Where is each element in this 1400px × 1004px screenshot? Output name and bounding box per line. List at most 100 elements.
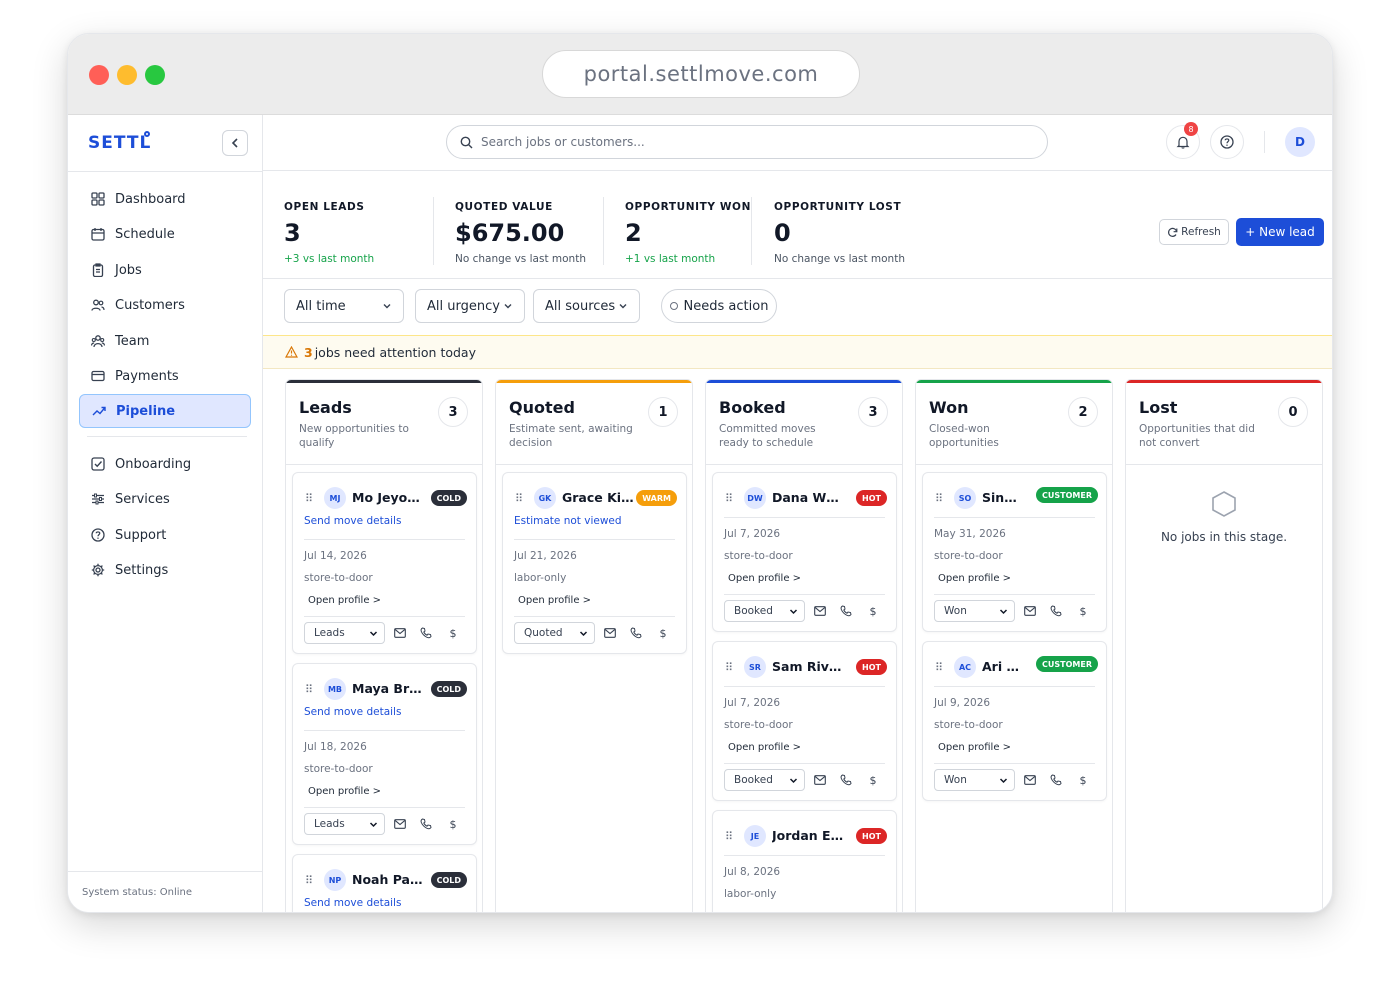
search-input[interactable]: Search jobs or customers... — [446, 125, 1048, 159]
lead-card[interactable]: ⠿ GK Grace Kim WARM Estimate not viewed … — [502, 472, 687, 654]
email-icon[interactable] — [813, 773, 827, 787]
sidebar-item-customers[interactable]: Customers — [79, 289, 251, 321]
sidebar-item-schedule[interactable]: Schedule — [79, 218, 251, 250]
customer-name[interactable]: Maya Bro... — [352, 681, 424, 696]
email-icon[interactable] — [603, 626, 617, 640]
phone-icon[interactable] — [419, 626, 433, 640]
drag-handle-icon[interactable]: ⠿ — [305, 874, 313, 887]
lead-card[interactable]: ⠿ SO Sinmi... CUSTOMER May 31, 2026 stor… — [922, 472, 1107, 632]
open-profile-link[interactable]: Open profile > — [938, 573, 1011, 584]
dollar-icon[interactable]: $ — [446, 817, 460, 831]
sidebar-item-pipeline[interactable]: Pipeline — [79, 394, 251, 428]
stage-select[interactable]: Booked — [724, 769, 805, 791]
sidebar-item-settings[interactable]: Settings — [79, 554, 251, 586]
customer-name[interactable]: Dana Whit... — [772, 490, 844, 505]
new-lead-button[interactable]: + New lead — [1236, 218, 1324, 246]
phone-icon[interactable] — [839, 773, 853, 787]
lead-card[interactable]: ⠿ MB Maya Bro... COLD Send move details … — [292, 663, 477, 845]
stage-select[interactable]: Leads — [304, 813, 385, 835]
stage-select[interactable]: Quoted — [514, 622, 595, 644]
brand-logo[interactable]: SETTL — [88, 133, 151, 153]
phone-icon[interactable] — [1049, 773, 1063, 787]
warning-icon — [285, 346, 298, 358]
sidebar-item-payments[interactable]: Payments — [79, 360, 251, 392]
open-profile-link[interactable]: Open profile > — [728, 573, 801, 584]
drag-handle-icon[interactable]: ⠿ — [305, 492, 313, 505]
email-icon[interactable] — [393, 626, 407, 640]
refresh-button[interactable]: Refresh — [1159, 219, 1229, 245]
stage-select[interactable]: Won — [934, 600, 1015, 622]
sidebar-item-jobs[interactable]: Jobs — [79, 254, 251, 286]
customer-name[interactable]: Sinmi... — [982, 490, 1028, 505]
needs-action-toggle[interactable]: Needs action — [661, 289, 777, 323]
move-type: labor-only — [724, 888, 777, 900]
open-profile-link[interactable]: Open profile > — [518, 595, 591, 606]
sidebar-item-team[interactable]: Team — [79, 325, 251, 357]
drag-handle-icon[interactable]: ⠿ — [515, 492, 523, 505]
urgency-filter[interactable]: All urgency — [415, 289, 525, 323]
phone-icon[interactable] — [1049, 604, 1063, 618]
open-profile-link[interactable]: Open profile > — [308, 595, 381, 606]
dollar-icon[interactable]: $ — [446, 626, 460, 640]
lead-card[interactable]: ⠿ AC Ari Ch... CUSTOMER Jul 9, 2026 stor… — [922, 641, 1107, 801]
lead-card[interactable]: ⠿ JE Jordan Ellis HOT Jul 8, 2026 labor-… — [712, 810, 897, 912]
phone-icon[interactable] — [419, 817, 433, 831]
drag-handle-icon[interactable]: ⠿ — [305, 683, 313, 696]
email-icon[interactable] — [393, 817, 407, 831]
close-window-button[interactable] — [89, 65, 109, 85]
lead-card[interactable]: ⠿ MJ Mo Jeyomi COLD Send move details Ju… — [292, 472, 477, 654]
help-button[interactable] — [1210, 125, 1244, 159]
send-details-link[interactable]: Send move details — [304, 706, 401, 718]
send-details-link[interactable]: Send move details — [304, 515, 401, 527]
stage-select[interactable]: Leads — [304, 622, 385, 644]
divider — [724, 594, 885, 595]
email-icon[interactable] — [813, 604, 827, 618]
notifications-button[interactable]: 8 — [1166, 122, 1200, 159]
phone-icon[interactable] — [629, 626, 643, 640]
drag-handle-icon[interactable]: ⠿ — [725, 492, 733, 505]
open-profile-link[interactable]: Open profile > — [728, 742, 801, 753]
drag-handle-icon[interactable]: ⠿ — [725, 830, 733, 843]
url-bar[interactable]: portal.settlmove.com — [542, 50, 860, 98]
drag-handle-icon[interactable]: ⠿ — [725, 661, 733, 674]
sidebar-item-support[interactable]: Support — [79, 519, 251, 551]
customer-name[interactable]: Ari Ch... — [982, 659, 1028, 674]
sidebar-item-dashboard[interactable]: Dashboard — [79, 183, 251, 215]
email-icon[interactable] — [1023, 604, 1037, 618]
phone-icon[interactable] — [839, 604, 853, 618]
customer-name[interactable]: Sam Rivera — [772, 659, 844, 674]
maximize-window-button[interactable] — [145, 65, 165, 85]
collapse-sidebar-button[interactable] — [222, 130, 248, 156]
divider — [87, 436, 247, 437]
sources-filter[interactable]: All sources — [533, 289, 640, 323]
lead-card[interactable]: ⠿ SR Sam Rivera HOT Jul 7, 2026 store-to… — [712, 641, 897, 801]
lead-card[interactable]: ⠿ DW Dana Whit... HOT Jul 7, 2026 store-… — [712, 472, 897, 632]
dollar-icon[interactable]: $ — [866, 604, 880, 618]
send-details-link[interactable]: Send move details — [304, 897, 401, 909]
dollar-icon[interactable]: $ — [866, 773, 880, 787]
email-icon[interactable] — [1023, 773, 1037, 787]
customer-name[interactable]: Grace Kim — [562, 490, 634, 505]
minimize-window-button[interactable] — [117, 65, 137, 85]
sidebar-item-services[interactable]: Services — [79, 483, 251, 515]
column-lost: Lost Opportunities that did not convert … — [1125, 379, 1323, 912]
dollar-icon[interactable]: $ — [656, 626, 670, 640]
customer-name[interactable]: Noah Patel — [352, 872, 424, 887]
stage-select[interactable]: Won — [934, 769, 1015, 791]
drag-handle-icon[interactable]: ⠿ — [935, 661, 943, 674]
stage-select[interactable]: Booked — [724, 600, 805, 622]
chevron-down-icon — [789, 778, 798, 784]
dollar-icon[interactable]: $ — [1076, 773, 1090, 787]
time-filter[interactable]: All time — [284, 289, 404, 323]
divider — [603, 197, 604, 265]
open-profile-link[interactable]: Open profile > — [308, 786, 381, 797]
lead-card[interactable]: ⠿ NP Noah Patel COLD Send move details — [292, 854, 477, 912]
open-profile-link[interactable]: Open profile > — [938, 742, 1011, 753]
drag-handle-icon[interactable]: ⠿ — [935, 492, 943, 505]
customer-name[interactable]: Mo Jeyomi — [352, 490, 424, 505]
customer-name[interactable]: Jordan Ellis — [772, 828, 844, 843]
avatar[interactable]: D — [1285, 127, 1315, 157]
sidebar-item-onboarding[interactable]: Onboarding — [79, 448, 251, 480]
dollar-icon[interactable]: $ — [1076, 604, 1090, 618]
estimate-status-link[interactable]: Estimate not viewed — [514, 515, 622, 527]
